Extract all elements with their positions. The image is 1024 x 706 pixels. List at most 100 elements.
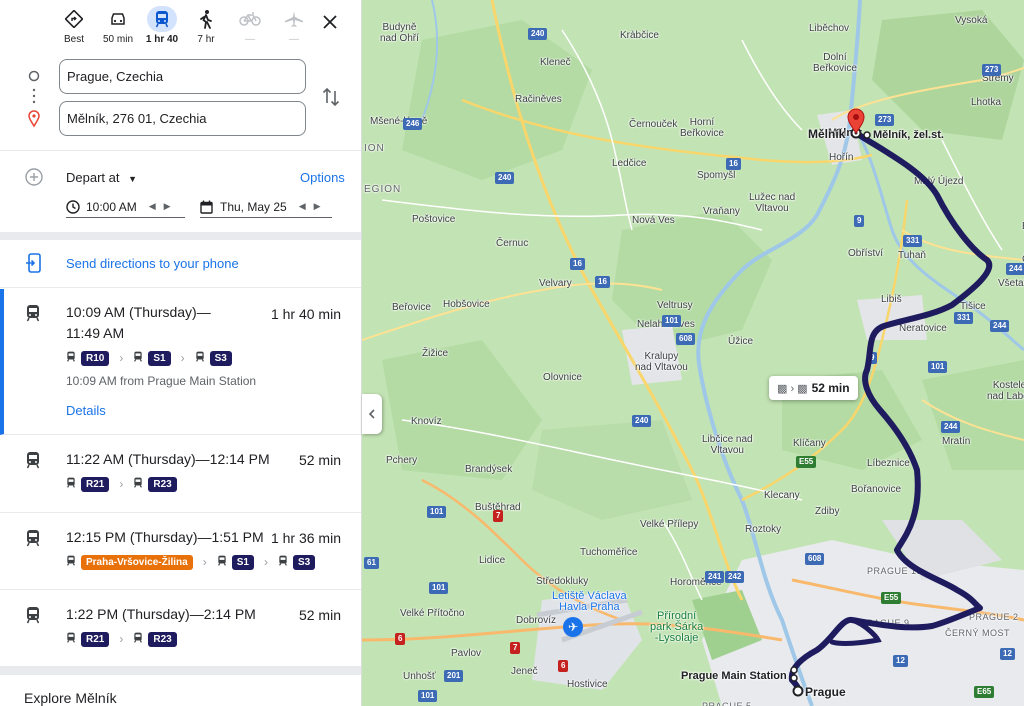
place-label: Tuhaň — [898, 250, 926, 261]
origin-input[interactable]: Prague, Czechia — [59, 59, 306, 94]
time-stepper-icon[interactable]: ◀▶ — [149, 201, 179, 212]
road-shield: 246 — [403, 118, 423, 130]
add-destination-icon[interactable] — [25, 168, 43, 191]
time-picker[interactable]: 10:00 AM ◀▶ — [66, 196, 185, 218]
road-shield: 101 — [418, 690, 438, 702]
depart-section: Depart at ▼ Options 10:00 AM ◀▶ Thu, May… — [0, 160, 361, 232]
place-label: Jeneč — [511, 666, 538, 677]
road-shield: 9 — [867, 352, 878, 364]
line-badge: R21 — [81, 476, 110, 492]
route-time-line2: 11:49 AM — [66, 325, 125, 341]
place-label: Pavlov — [451, 648, 482, 659]
train-transfer-icon: ▩ › ▩ — [777, 382, 808, 395]
chevron-right-icon: › — [119, 351, 124, 365]
place-label: Knovíz — [411, 416, 442, 427]
destination-marker-icon[interactable] — [846, 108, 866, 134]
route-leg: S1 — [217, 553, 254, 571]
road-shield: 61 — [364, 557, 379, 569]
place-label: Liběchov — [809, 23, 850, 34]
place-label: Lidice — [479, 555, 506, 566]
map-canvas[interactable]: Budyně nad Ohří Kleneč Kràbčice Račiněves Mše… — [362, 0, 1024, 706]
place-label: Poštovice — [412, 214, 456, 225]
close-directions-button[interactable] — [318, 10, 342, 34]
route-option[interactable]: 12:15 PM (Thursday)—1:51 PM 1 hr 36 min … — [0, 513, 361, 590]
collapse-panel-button[interactable] — [362, 394, 382, 434]
chevron-right-icon: › — [119, 477, 124, 491]
place-label: Vraňany — [703, 206, 740, 217]
mode-transit-label: 1 hr 40 — [145, 34, 179, 45]
mode-best[interactable]: Best — [52, 6, 96, 45]
road-shield: 101 — [429, 582, 449, 594]
date-value: Thu, May 25 — [220, 199, 287, 214]
place-label: Budyně nad Ohří — [380, 22, 419, 44]
road-shield: 12 — [1000, 648, 1015, 660]
place-label: Kostelecnad Labem — [987, 380, 1024, 402]
district-label: PRAGUE 9 — [860, 618, 910, 628]
route-time-range: 10:09 AM (Thursday)— 11:49 AM — [66, 302, 211, 344]
road-shield: 240 — [632, 415, 652, 427]
route-legs: R21 › R23 — [66, 476, 177, 492]
dropdown-arrow-icon: ▼ — [128, 174, 138, 184]
depart-at-dropdown[interactable]: Depart at ▼ — [66, 170, 137, 185]
route-duration-chip[interactable]: ▩ › ▩ 52 min — [769, 376, 858, 400]
route-option[interactable]: 11:22 AM (Thursday)—12:14 PM 52 min R21 ›… — [0, 435, 361, 513]
route-legs: Praha-Vršovice-Žilina › S1 › S3 — [66, 553, 316, 571]
transit-icon — [26, 452, 40, 469]
place-label: Neratovice — [899, 323, 947, 334]
train-icon — [195, 349, 205, 367]
map-terrain — [362, 0, 1024, 706]
mode-transit[interactable]: 1 hr 40 — [140, 6, 184, 45]
best-route-icon — [59, 6, 89, 32]
place-label: Roztoky — [745, 524, 782, 535]
mode-walking[interactable]: 7 hr — [184, 6, 228, 45]
road-shield: 16 — [570, 258, 585, 270]
route-departure-info: 10:09 AM from Prague Main Station — [66, 374, 257, 388]
route-time-range: 1:22 PM (Thursday)—2:14 PM — [66, 606, 256, 622]
date-stepper-icon[interactable]: ◀▶ — [299, 201, 329, 212]
place-label: Unhošť — [403, 671, 436, 682]
mode-driving-label: 50 min — [102, 34, 133, 45]
place-label: Kleneč — [540, 57, 571, 68]
date-picker[interactable]: Thu, May 25 ◀▶ — [200, 196, 332, 218]
swap-endpoints-button[interactable] — [320, 86, 342, 108]
place-label: Velvary — [539, 278, 572, 289]
road-shield: 101 — [427, 506, 447, 518]
road-shield: 273 — [875, 114, 895, 126]
place-label: Velké Přítočno — [400, 608, 465, 619]
chevron-right-icon: › — [180, 351, 185, 365]
place-label: Klíčany — [793, 438, 826, 449]
route-option[interactable]: 10:09 AM (Thursday)— 11:49 AM 1 hr 40 mi… — [0, 289, 361, 435]
travel-mode-bar: Best 50 min 1 hr 40 7 hr — — — [0, 0, 361, 50]
place-label: Nová Ves — [632, 215, 675, 226]
route-option[interactable]: 1:22 PM (Thursday)—2:14 PM 52 min R21 › R2… — [0, 590, 361, 667]
road-shield: 331 — [954, 312, 974, 324]
walk-icon — [191, 6, 221, 32]
place-label: Černouček — [629, 119, 678, 130]
destination-input[interactable]: Mělník, 276 01, Czechia — [59, 101, 306, 136]
place-label: Ledčice — [612, 158, 647, 169]
chevron-right-icon: › — [263, 555, 268, 569]
origin-label: Prague — [805, 685, 846, 699]
airport-label: Letiště Václava Havla Praha — [552, 590, 627, 613]
mode-cycling[interactable]: — — [228, 6, 272, 45]
place-label: Hobšovice — [443, 299, 490, 310]
train-icon — [66, 475, 76, 493]
route-leg: R23 — [133, 475, 177, 493]
route-duration: 1 hr 36 min — [270, 530, 341, 546]
calendar-icon — [200, 200, 213, 214]
line-badge: Praha-Vršovice-Žilina — [81, 554, 193, 570]
place-label: Olovnice — [543, 372, 582, 383]
road-shield: 16 — [595, 276, 610, 288]
mode-flights[interactable]: — — [272, 6, 316, 45]
route-duration-chip-label: 52 min — [811, 381, 850, 395]
options-link[interactable]: Options — [300, 170, 345, 185]
airport-icon[interactable]: ✈ — [563, 617, 583, 637]
line-badge: S3 — [209, 350, 232, 366]
send-to-phone-button[interactable]: Send directions to your phone — [0, 240, 361, 288]
mode-best-label: Best — [63, 34, 84, 45]
mode-driving[interactable]: 50 min — [96, 6, 140, 45]
route-details-link[interactable]: Details — [66, 403, 106, 418]
place-label: Žižice — [422, 348, 449, 359]
road-shield: 273 — [982, 64, 1002, 76]
road-shield: E55 — [881, 592, 902, 604]
